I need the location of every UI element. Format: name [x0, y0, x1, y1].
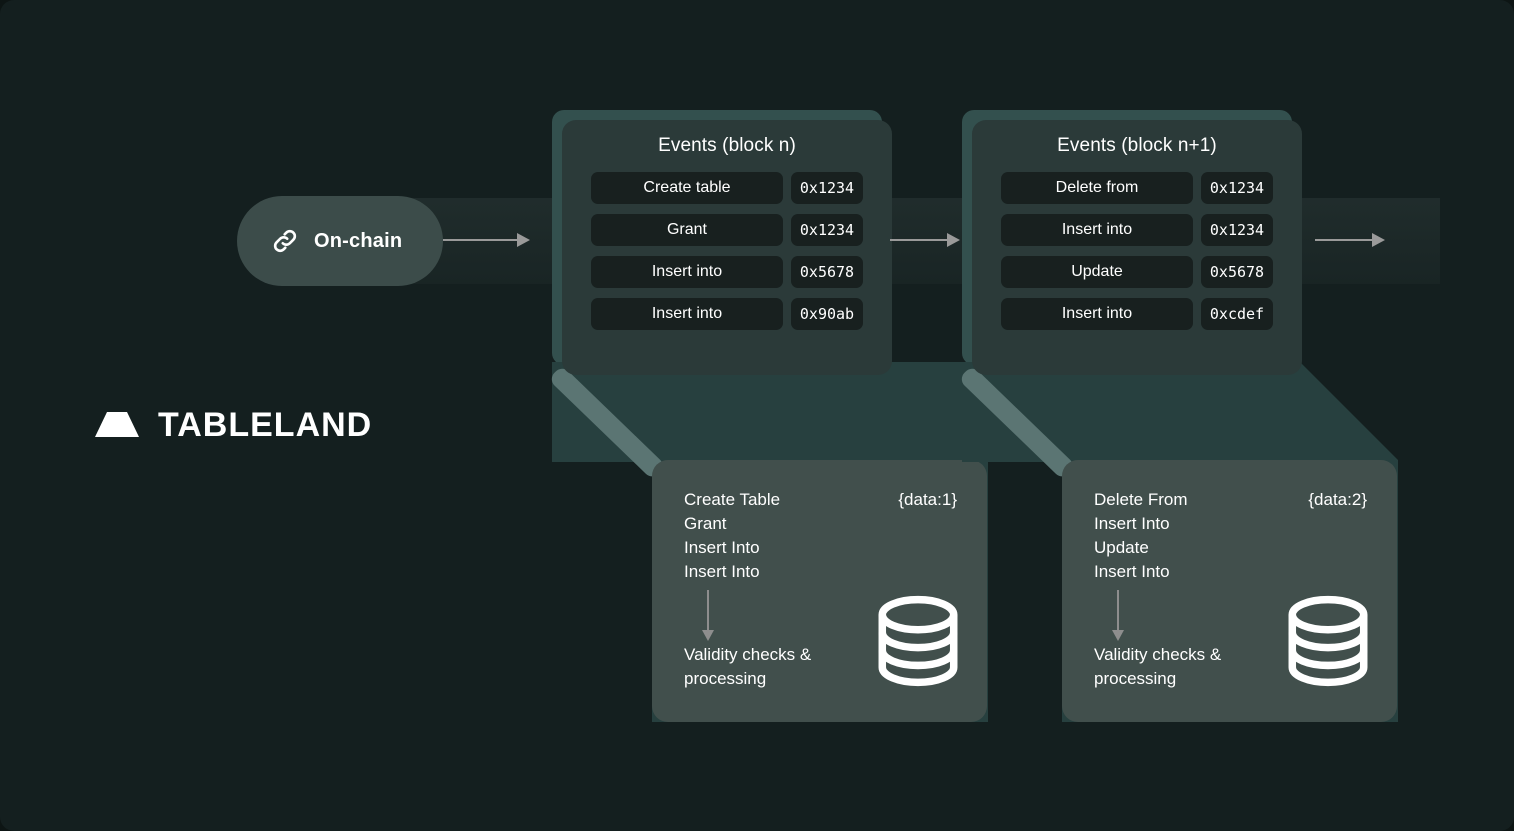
operation-item: Insert Into [684, 538, 760, 557]
processing-footer: Validity checks & processing [684, 645, 812, 688]
event-hash: 0x1234 [791, 172, 863, 204]
events-title: Events (block n) [658, 135, 796, 156]
tableland-wordmark: TABLELAND [158, 406, 373, 444]
database-icon [1288, 595, 1368, 687]
operation-item: Insert Into [684, 562, 760, 581]
event-hash: 0x5678 [1201, 256, 1273, 288]
processing-card-2[interactable]: Delete From Insert Into Update Insert In… [1062, 460, 1397, 722]
event-name: Grant [591, 214, 783, 246]
events-title: Events (block n+1) [1057, 135, 1217, 156]
arrow-right-icon [443, 233, 530, 247]
operation-item: Update [1094, 538, 1149, 557]
processing-card-1[interactable]: Create Table Grant Insert Into Insert In… [652, 460, 987, 722]
event-name: Update [1001, 256, 1193, 288]
events-card-2[interactable]: Events (block n+1) Delete from 0x1234 In… [972, 120, 1302, 375]
events-card-1[interactable]: Events (block n) Create table 0x1234 Gra… [562, 120, 892, 375]
data-label: {data:2} [1308, 490, 1367, 509]
event-name: Create table [591, 172, 783, 204]
on-chain-label: On-chain [314, 229, 403, 252]
event-row[interactable]: Update 0x5678 [972, 256, 1302, 288]
event-hash: 0x1234 [1201, 214, 1273, 246]
event-name: Insert into [1001, 298, 1193, 330]
on-chain-pill[interactable]: On-chain [237, 196, 443, 286]
operation-item: Insert Into [1094, 514, 1170, 533]
event-row[interactable]: Insert into 0xcdef [972, 298, 1302, 330]
operation-item: Grant [684, 514, 727, 533]
event-row[interactable]: Grant 0x1234 [562, 214, 892, 246]
event-hash: 0xcdef [1201, 298, 1273, 330]
diagram-canvas: Events (block n) Create table 0x1234 Gra… [0, 0, 1514, 831]
event-name: Insert into [591, 298, 783, 330]
event-row[interactable]: Delete from 0x1234 [972, 172, 1302, 204]
event-hash: 0x1234 [791, 214, 863, 246]
operation-item: Create Table [684, 490, 781, 509]
arrow-down-icon [702, 590, 714, 642]
tableland-logo: TABLELAND [93, 408, 372, 442]
event-row[interactable]: Insert into 0x5678 [562, 256, 892, 288]
operation-item: Delete From [1094, 490, 1188, 509]
event-name: Insert into [591, 256, 783, 288]
processing-header: Create Table Grant Insert Into Insert In… [684, 488, 957, 584]
operation-item: Insert Into [1094, 562, 1170, 581]
arrow-down-icon [1112, 590, 1124, 642]
event-hash: 0x90ab [791, 298, 863, 330]
event-row[interactable]: Create table 0x1234 [562, 172, 892, 204]
event-row[interactable]: Insert into 0x90ab [562, 298, 892, 330]
processing-header: Delete From Insert Into Update Insert In… [1094, 488, 1367, 584]
event-name: Delete from [1001, 172, 1193, 204]
database-icon [878, 595, 958, 687]
arrow-right-icon [1315, 233, 1385, 247]
arrow-right-icon [890, 233, 960, 247]
event-hash: 0x1234 [1201, 172, 1273, 204]
operation-list: Create Table Grant Insert Into Insert In… [684, 488, 780, 584]
operation-list: Delete From Insert Into Update Insert In… [1094, 488, 1188, 584]
link-icon [273, 229, 297, 253]
event-name: Insert into [1001, 214, 1193, 246]
tableland-mesa-icon [95, 412, 139, 437]
event-hash: 0x5678 [791, 256, 863, 288]
event-row[interactable]: Insert into 0x1234 [972, 214, 1302, 246]
data-label: {data:1} [898, 490, 957, 509]
processing-footer: Validity checks & processing [1094, 645, 1222, 688]
